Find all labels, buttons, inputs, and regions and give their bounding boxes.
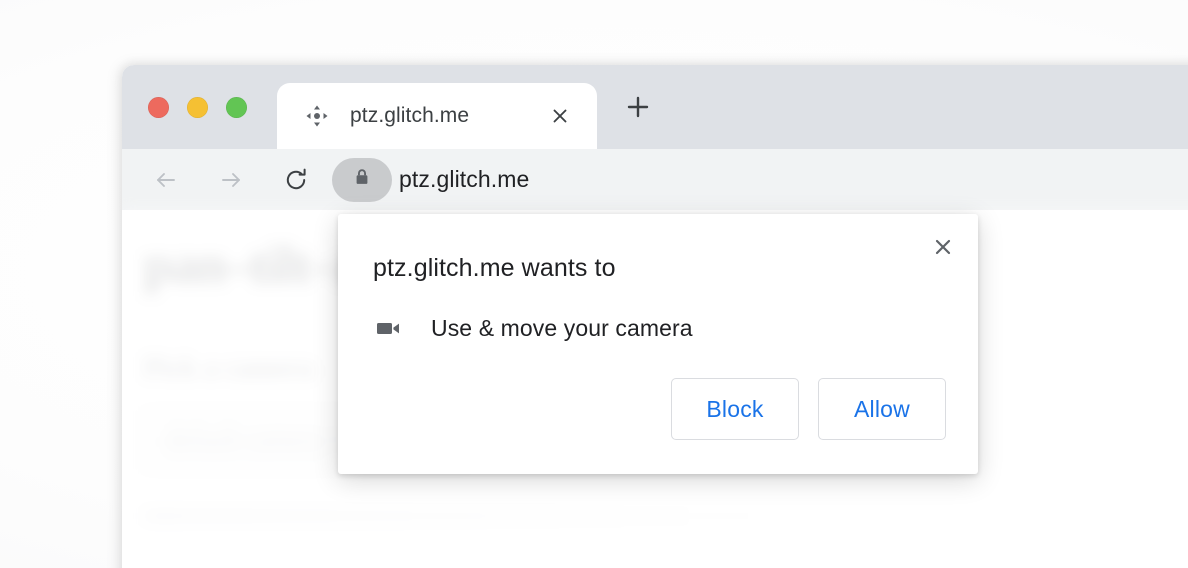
window-zoom-button[interactable]: [226, 97, 247, 118]
browser-toolbar: ptz.glitch.me: [122, 149, 1188, 210]
tab-title: ptz.glitch.me: [350, 104, 470, 127]
site-info-button[interactable]: [332, 157, 392, 202]
block-button[interactable]: Block: [671, 378, 799, 440]
tab-strip: ptz.glitch.me: [122, 65, 1188, 149]
tab-close-icon[interactable]: [547, 103, 573, 129]
screenshot-root: ptz.glitch.me ptz.glitch.me pan–tilt–zoo…: [0, 0, 1188, 568]
permission-label: Use & move your camera: [431, 314, 693, 341]
window-close-button[interactable]: [148, 97, 169, 118]
camera-select-value: default camera: [167, 425, 321, 454]
permission-item: Use & move your camera: [372, 312, 693, 344]
allow-button[interactable]: Allow: [818, 378, 946, 440]
address-bar[interactable]: ptz.glitch.me: [332, 157, 1188, 202]
video-camera-icon: [372, 312, 404, 344]
window-traffic-lights: [148, 97, 247, 118]
camera-permission-dialog: ptz.glitch.me wants to Use & move your c…: [338, 214, 978, 474]
dialog-actions: Block Allow: [671, 378, 946, 440]
address-bar-url[interactable]: ptz.glitch.me: [399, 166, 529, 193]
new-tab-button[interactable]: [622, 91, 654, 123]
forward-button[interactable]: [209, 158, 253, 202]
dialog-close-icon[interactable]: [927, 231, 959, 263]
page-footer-placeholder: [144, 511, 784, 521]
lock-icon: [351, 166, 373, 193]
pan-move-icon: [304, 103, 330, 129]
dialog-title: ptz.glitch.me wants to: [373, 254, 616, 282]
window-minimize-button[interactable]: [187, 97, 208, 118]
reload-button[interactable]: [274, 158, 318, 202]
browser-tab[interactable]: ptz.glitch.me: [277, 83, 597, 149]
back-button[interactable]: [144, 158, 188, 202]
